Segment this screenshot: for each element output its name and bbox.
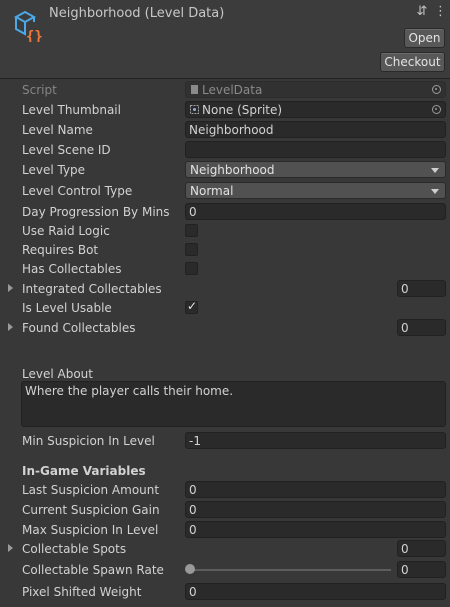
row-min-suspicion: Min Suspicion In Level -1 <box>0 431 450 451</box>
day-progression-input[interactable]: 0 <box>185 203 446 220</box>
collectable-spawn-rate-label: Collectable Spawn Rate <box>22 563 164 577</box>
checkout-button[interactable]: Checkout <box>380 52 445 72</box>
last-suspicion-label: Last Suspicion Amount <box>22 483 160 497</box>
in-game-variables-heading: In-Game Variables <box>22 464 146 478</box>
has-collectables-checkbox[interactable] <box>185 262 198 275</box>
row-last-suspicion: Last Suspicion Amount 0 <box>0 480 450 500</box>
level-control-type-value: Normal <box>190 184 234 198</box>
requires-bot-checkbox[interactable] <box>185 243 198 256</box>
level-thumbnail-label: Level Thumbnail <box>22 103 121 117</box>
level-type-value: Neighborhood <box>190 163 275 177</box>
requires-bot-label: Requires Bot <box>22 243 99 257</box>
spawn-rate-slider-track[interactable] <box>189 569 391 571</box>
has-collectables-label: Has Collectables <box>22 262 122 276</box>
scriptable-object-icon: {} <box>13 10 43 42</box>
svg-text:{}: {} <box>26 29 43 42</box>
object-picker-icon <box>432 85 441 94</box>
row-requires-bot: Requires Bot <box>0 240 450 260</box>
foldout-arrow-icon[interactable] <box>8 323 13 331</box>
collectable-spawn-rate-input[interactable]: 0 <box>397 561 446 578</box>
row-integrated-collectables[interactable]: Integrated Collectables 0 <box>0 279 450 299</box>
row-is-level-usable: Is Level Usable ✓ <box>0 298 450 318</box>
level-name-input[interactable]: Neighborhood <box>185 121 446 138</box>
row-pixel-shifted-weight: Pixel Shifted Weight 0 <box>0 582 450 602</box>
level-about-label: Level About <box>22 367 93 381</box>
level-control-type-dropdown[interactable]: Normal <box>185 182 446 199</box>
current-suspicion-gain-input[interactable]: 0 <box>185 501 446 518</box>
inspector-header: {} Neighborhood (Level Data) ⇵ ⋮ Open Ch… <box>0 0 450 79</box>
section-heading: In-Game Variables <box>0 461 450 481</box>
script-file-icon <box>191 85 198 94</box>
row-collectable-spots[interactable]: Collectable Spots 0 <box>0 539 450 559</box>
row-level-type: Level Type Neighborhood <box>0 160 450 180</box>
level-thumbnail-value: None (Sprite) <box>202 103 283 117</box>
level-type-label: Level Type <box>22 163 86 177</box>
day-progression-label: Day Progression By Mins <box>22 205 170 219</box>
row-level-control-type: Level Control Type Normal <box>0 181 450 201</box>
current-suspicion-gain-label: Current Suspicion Gain <box>22 503 160 517</box>
row-level-thumbnail: Level Thumbnail None (Sprite) <box>0 100 450 120</box>
level-name-label: Level Name <box>22 123 93 137</box>
foldout-arrow-icon[interactable] <box>8 284 13 292</box>
found-collectables-size-input[interactable]: 0 <box>397 319 446 336</box>
row-current-suspicion-gain: Current Suspicion Gain 0 <box>0 500 450 520</box>
spawn-rate-slider-thumb[interactable] <box>185 564 195 574</box>
row-found-collectables[interactable]: Found Collectables 0 <box>0 318 450 338</box>
checkmark-icon: ✓ <box>187 299 198 313</box>
row-use-raid-logic: Use Raid Logic <box>0 221 450 241</box>
max-suspicion-input[interactable]: 0 <box>185 521 446 538</box>
foldout-arrow-icon[interactable] <box>8 544 13 552</box>
collectable-spots-label[interactable]: Collectable Spots <box>22 542 126 556</box>
open-button[interactable]: Open <box>404 28 445 48</box>
pixel-shifted-weight-input[interactable]: 0 <box>185 583 446 600</box>
script-value: LevelData <box>202 83 263 97</box>
row-script: Script LevelData <box>0 80 450 100</box>
use-raid-logic-label: Use Raid Logic <box>22 224 110 238</box>
object-picker-icon[interactable] <box>432 105 441 114</box>
row-has-collectables: Has Collectables <box>0 259 450 279</box>
found-collectables-label[interactable]: Found Collectables <box>22 321 135 335</box>
chevron-down-icon <box>431 189 439 194</box>
script-label: Script <box>22 83 57 97</box>
script-field: LevelData <box>185 81 446 98</box>
level-control-type-label: Level Control Type <box>22 184 133 198</box>
row-day-progression: Day Progression By Mins 0 <box>0 202 450 222</box>
row-max-suspicion: Max Suspicion In Level 0 <box>0 520 450 540</box>
min-suspicion-input[interactable]: -1 <box>185 432 446 449</box>
is-level-usable-checkbox[interactable]: ✓ <box>185 299 198 314</box>
min-suspicion-label: Min Suspicion In Level <box>22 434 155 448</box>
use-raid-logic-checkbox[interactable] <box>185 224 198 237</box>
level-scene-id-label: Level Scene ID <box>22 143 111 157</box>
integrated-collectables-size-input[interactable]: 0 <box>397 280 446 297</box>
page-title: Neighborhood (Level Data) <box>49 6 225 21</box>
integrated-collectables-label[interactable]: Integrated Collectables <box>22 282 162 296</box>
row-level-scene-id: Level Scene ID <box>0 140 450 160</box>
max-suspicion-label: Max Suspicion In Level <box>22 523 159 537</box>
row-level-name: Level Name Neighborhood <box>0 120 450 140</box>
chevron-down-icon <box>431 168 439 173</box>
row-collectable-spawn-rate: Collectable Spawn Rate 0 <box>0 560 450 580</box>
last-suspicion-input[interactable]: 0 <box>185 481 446 498</box>
level-about-textarea[interactable]: Where the player calls their home. <box>21 381 446 427</box>
is-level-usable-label: Is Level Usable <box>22 301 112 315</box>
pixel-shifted-weight-label: Pixel Shifted Weight <box>22 585 142 599</box>
sprite-icon <box>190 105 199 114</box>
collectable-spots-size-input[interactable]: 0 <box>397 540 446 557</box>
level-type-dropdown[interactable]: Neighborhood <box>185 161 446 178</box>
preset-settings-icon[interactable]: ⇵ <box>416 4 428 19</box>
level-thumbnail-field[interactable]: None (Sprite) <box>185 101 446 118</box>
kebab-menu-icon[interactable]: ⋮ <box>434 4 447 19</box>
level-scene-id-input[interactable] <box>185 141 446 158</box>
